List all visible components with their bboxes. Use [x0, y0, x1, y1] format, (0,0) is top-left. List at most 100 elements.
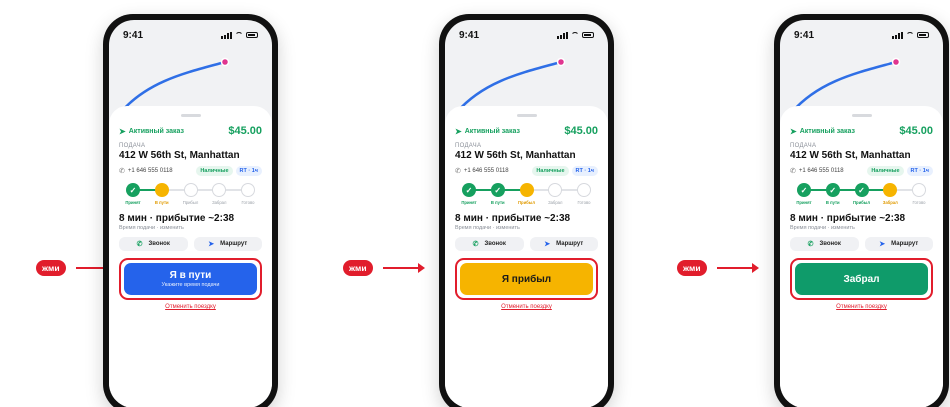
- pending-step-dot: [241, 183, 255, 197]
- pickup-label: ПОДАЧА: [455, 143, 482, 149]
- phone-screen-1: 9:41 ➤ Активный заказ $45.00 ПОДАЧА 412 …: [103, 14, 278, 407]
- step-arrived: ✓ Прибыл: [848, 183, 876, 209]
- on-my-way-button[interactable]: Я в пути Укажите время подачи: [124, 263, 257, 295]
- active-order-text: Активный заказ: [799, 127, 855, 135]
- step-done: Готово: [905, 183, 933, 209]
- check-icon: ✓: [854, 183, 869, 197]
- step-en-route: В пути: [148, 183, 176, 209]
- payment-badge: Наличные: [196, 166, 233, 176]
- duration-badge: RT · 1ч: [571, 166, 598, 176]
- destination-marker: [891, 57, 901, 67]
- active-order-text: Активный заказ: [128, 127, 184, 135]
- call-button[interactable]: ✆ Звонок: [790, 237, 859, 251]
- order-price: $45.00: [899, 125, 933, 137]
- pickup-address: 412 W 56th St, Manhattan: [455, 150, 576, 161]
- step-en-route: ✓ В пути: [484, 183, 512, 209]
- pickup-label: ПОДАЧА: [790, 143, 817, 149]
- cancel-ride-link[interactable]: Отменить поездку: [790, 304, 933, 310]
- eta-subtitle[interactable]: Время подачи · изменить: [119, 225, 262, 231]
- order-price: $45.00: [228, 125, 262, 137]
- check-icon: ✓: [797, 183, 811, 197]
- route-line: [120, 60, 226, 113]
- navigation-arrow-icon: ➤: [544, 241, 551, 248]
- wifi-icon: [235, 31, 243, 39]
- sheet-grabber[interactable]: [180, 114, 201, 117]
- route-line: [791, 60, 897, 113]
- step-accepted: ✓ Принят: [119, 183, 147, 209]
- step-done: Готово: [234, 183, 262, 209]
- eta-title: 8 мин · прибытие ~2:38: [790, 213, 906, 224]
- current-step-dot: [883, 183, 898, 197]
- sheet-grabber[interactable]: [516, 114, 537, 117]
- route-map: [452, 57, 566, 116]
- eta-subtitle[interactable]: Время подачи · изменить: [790, 225, 933, 231]
- check-icon: ✓: [126, 183, 140, 197]
- active-order-label: ➤ Активный заказ: [790, 127, 855, 136]
- cta-highlight: Я прибыл: [455, 258, 598, 300]
- route-map: [116, 57, 230, 116]
- step-picked-up: Забрал: [876, 183, 904, 209]
- eta-subtitle[interactable]: Время подачи · изменить: [455, 225, 598, 231]
- duration-badge: RT · 1ч: [906, 166, 933, 176]
- order-sheet: ➤ Активный заказ $45.00 ПОДАЧА 412 W 56th…: [445, 106, 608, 407]
- navigation-arrow-icon: ➤: [455, 126, 462, 136]
- phone-number[interactable]: +1 646 555 0118: [799, 168, 864, 174]
- status-time: 9:41: [794, 29, 815, 41]
- press-hint-3: жми: [677, 260, 759, 276]
- press-badge: жми: [677, 260, 707, 276]
- ride-progress: ✓ Принят ✓ В пути Прибыл Забрал Готово: [455, 183, 598, 209]
- status-icons: [892, 31, 929, 39]
- signal-icon: [221, 31, 232, 39]
- press-badge: жми: [36, 260, 66, 276]
- payment-badge: Наличные: [532, 166, 569, 176]
- step-en-route: ✓ В пути: [819, 183, 847, 209]
- phone-number[interactable]: +1 646 555 0118: [464, 168, 529, 174]
- phone-frame: 9:41 ➤ Активный заказ $45.00 ПОДАЧА 412 …: [774, 14, 949, 407]
- stage: жми 9:41 ➤ Активный заказ $45.00 ПОДАЧА …: [0, 0, 950, 407]
- press-badge: жми: [343, 260, 373, 276]
- picked-up-button[interactable]: Забрал: [795, 263, 928, 295]
- pickup-address: 412 W 56th St, Manhattan: [119, 150, 240, 161]
- call-button[interactable]: ✆ Звонок: [455, 237, 524, 251]
- screen: 9:41 ➤ Активный заказ $45.00 ПОДАЧА 412 …: [445, 20, 608, 407]
- call-button[interactable]: ✆ Звонок: [119, 237, 188, 251]
- route-button[interactable]: ➤ Маршрут: [864, 237, 933, 251]
- signal-icon: [557, 31, 568, 39]
- destination-marker: [556, 57, 566, 67]
- phone-screen-3: 9:41 ➤ Активный заказ $45.00 ПОДАЧА 412 …: [774, 14, 949, 407]
- step-picked-up: Забрал: [205, 183, 233, 209]
- pending-step-dot: [212, 183, 227, 197]
- phone-frame: 9:41 ➤ Активный заказ $45.00 ПОДАЧА 412 …: [439, 14, 614, 407]
- destination-marker: [220, 57, 230, 67]
- cancel-ride-link[interactable]: Отменить поездку: [455, 304, 598, 310]
- press-hint-2: жми: [343, 260, 425, 276]
- step-done: Готово: [570, 183, 598, 209]
- route-line: [456, 60, 562, 113]
- check-icon: ✓: [825, 183, 840, 197]
- route-button[interactable]: ➤ Маршрут: [529, 237, 598, 251]
- arrived-button[interactable]: Я прибыл: [460, 263, 593, 295]
- navigation-arrow-icon: ➤: [119, 126, 126, 136]
- status-time: 9:41: [123, 29, 144, 41]
- active-order-label: ➤ Активный заказ: [119, 127, 184, 136]
- arrow-right-icon: [382, 263, 425, 273]
- step-arrived: Прибыл: [513, 183, 541, 209]
- battery-icon: [582, 32, 594, 38]
- cta-highlight: Я в пути Укажите время подачи: [119, 258, 262, 300]
- route-map: [787, 57, 901, 116]
- phone-icon: ✆: [136, 241, 143, 248]
- ride-progress: ✓ Принят В пути Прибыл Забрал Готово: [119, 183, 262, 209]
- payment-badge: Наличные: [867, 166, 904, 176]
- phone-screen-2: 9:41 ➤ Активный заказ $45.00 ПОДАЧА 412 …: [439, 14, 614, 407]
- phone-icon: ✆: [472, 241, 479, 248]
- cancel-ride-link[interactable]: Отменить поездку: [119, 304, 262, 310]
- route-button[interactable]: ➤ Маршрут: [193, 237, 262, 251]
- screen: 9:41 ➤ Активный заказ $45.00 ПОДАЧА 412 …: [780, 20, 943, 407]
- phone-number[interactable]: +1 646 555 0118: [128, 168, 193, 174]
- sheet-grabber[interactable]: [851, 114, 872, 117]
- step-accepted: ✓ Принят: [790, 183, 818, 209]
- current-step-dot: [154, 183, 169, 197]
- step-accepted: ✓ Принят: [455, 183, 483, 209]
- battery-icon: [917, 32, 929, 38]
- order-price: $45.00: [564, 125, 598, 137]
